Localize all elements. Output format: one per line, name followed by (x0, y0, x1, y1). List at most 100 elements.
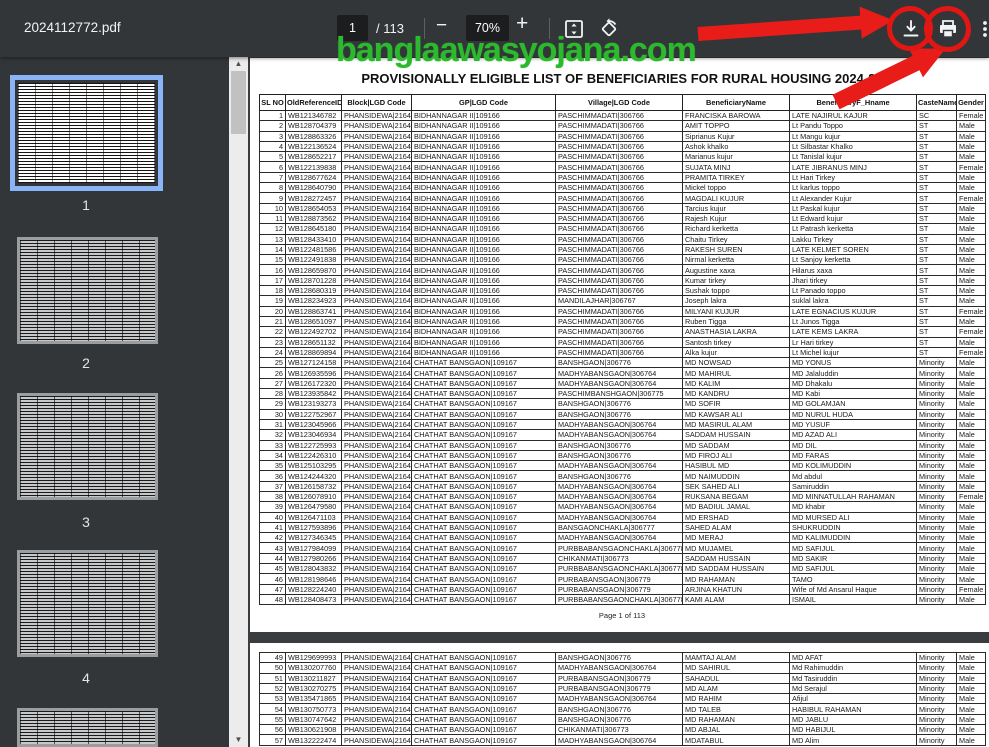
cell-old-reference-id: WB123935842 (285, 388, 342, 400)
cell-caste-name: Minority (916, 408, 957, 420)
cell-gender: Male (956, 243, 986, 256)
cell-caste-name: Minority (916, 377, 957, 390)
cell-village-lgd-code: PASCHIMMADATI|306766 (555, 315, 683, 328)
cell-beneficiary-f-hname: Lt Junos Tigga (789, 315, 917, 328)
cell-caste-name: ST (916, 120, 957, 132)
cell-gp-lgd-code: BIDHANNAGAR II|109166 (411, 264, 556, 276)
cell-beneficiary-f-hname: Hilarus xaxa (789, 264, 917, 276)
cell-old-reference-id: WB122725993 (285, 439, 342, 451)
cell-beneficiary-name: AMIT TOPPO (682, 120, 790, 132)
cell-beneficiary-name: MD RAHAMAN (682, 573, 790, 585)
page-thumbnail-2[interactable] (17, 237, 158, 344)
column-header-block-lgd-code: Block|LGD Code (341, 94, 412, 111)
table-row: 2 WB128704379 PHANSIDEWA|2164 BIDHANNAGAR I… (259, 120, 986, 132)
cell-village-lgd-code: BANSHGAON|306776 (555, 398, 683, 410)
cell-gender: Male (956, 501, 986, 513)
table-row: 27 WB126172320 PHANSIDEWA|2164 CHATHAT BANS… (259, 377, 986, 390)
cell-caste-name: ST (916, 161, 957, 173)
cell-caste-name: Minority (916, 418, 957, 431)
cell-old-reference-id: WB128433410 (285, 233, 342, 245)
cell-sl-no: 34 (259, 449, 286, 462)
table-row: 54 WB130750773 PHANSIDEWA|2164 CHATHAT BANS… (259, 703, 986, 715)
cell-beneficiary-name: Santosh tirkey (682, 336, 790, 348)
cell-gp-lgd-code: CHATHAT BANSGAON|109167 (411, 583, 556, 595)
cell-sl-no: 23 (259, 336, 286, 348)
cell-block-lgd-code: PHANSIDEWA|2164 (341, 336, 412, 348)
cell-caste-name: Minority (916, 439, 957, 451)
cell-block-lgd-code: PHANSIDEWA|2164 (341, 573, 412, 585)
cell-gp-lgd-code: CHATHAT BANSGAON|109167 (411, 408, 556, 420)
cell-beneficiary-f-hname: MD Kabi (789, 388, 917, 400)
table-row: 10 WB128654053 PHANSIDEWA|2164 BIDHANNAGAR … (259, 202, 986, 214)
cell-beneficiary-f-hname: MD AFAT (789, 651, 917, 664)
page-thumbnail-4[interactable] (17, 550, 158, 657)
cell-sl-no: 57 (259, 734, 286, 746)
cell-gp-lgd-code: CHATHAT BANSGAON|109167 (411, 713, 556, 726)
cell-caste-name: Minority (916, 713, 957, 726)
cell-gender: Female (956, 109, 986, 122)
scrollbar-thumb[interactable] (231, 71, 246, 134)
cell-beneficiary-name: MD SOFIR (682, 398, 790, 410)
cell-sl-no: 37 (259, 480, 286, 492)
cell-beneficiary-f-hname: MD Alim (789, 734, 917, 746)
cell-caste-name: Minority (916, 367, 957, 379)
cell-sl-no: 36 (259, 470, 286, 482)
cell-block-lgd-code: PHANSIDEWA|2164 (341, 682, 412, 695)
cell-block-lgd-code: PHANSIDEWA|2164 (341, 490, 412, 503)
cell-gp-lgd-code: CHATHAT BANSGAON|109167 (411, 573, 556, 585)
cell-gp-lgd-code: BIDHANNAGAR II|109166 (411, 212, 556, 225)
cell-caste-name: Minority (916, 573, 957, 585)
table-row: 13 WB128433410 PHANSIDEWA|2164 BIDHANNAGAR … (259, 233, 986, 245)
cell-beneficiary-f-hname: Lakku Tirkey (789, 233, 917, 245)
cell-beneficiary-name: SEK SAHED ALI (682, 480, 790, 492)
cell-village-lgd-code: BANSHGAON|306776 (555, 470, 683, 482)
cell-old-reference-id: WB122481586 (285, 243, 342, 256)
cell-gp-lgd-code: BIDHANNAGAR II|109166 (411, 161, 556, 173)
cell-village-lgd-code: PASCHIMMADATI|306766 (555, 243, 683, 256)
cell-beneficiary-f-hname: MD YONUS (789, 357, 917, 369)
page-thumbnail-5[interactable] (17, 708, 158, 747)
cell-beneficiary-name: Kumar tirkey (682, 274, 790, 287)
cell-village-lgd-code: PASCHIMMADATI|306766 (555, 212, 683, 225)
sidebar-scrollbar[interactable]: ▲ ▼ (229, 57, 248, 747)
cell-caste-name: ST (916, 254, 957, 266)
more-options-button[interactable] (973, 17, 989, 41)
cell-village-lgd-code: BANSHGAON|306776 (555, 357, 683, 369)
cell-beneficiary-f-hname: Lt Edward kujur (789, 212, 917, 225)
cell-gp-lgd-code: CHATHAT BANSGAON|109167 (411, 357, 556, 369)
table-row: 26 WB126935596 PHANSIDEWA|2164 CHATHAT BANS… (259, 367, 986, 379)
cell-block-lgd-code: PHANSIDEWA|2164 (341, 171, 412, 184)
table-row: 17 WB128701228 PHANSIDEWA|2164 BIDHANNAGAR … (259, 274, 986, 287)
cell-sl-no: 41 (259, 521, 286, 534)
cell-gp-lgd-code: CHATHAT BANSGAON|109167 (411, 501, 556, 513)
cell-beneficiary-f-hname: Lt Tanislal kujur (789, 151, 917, 163)
cell-caste-name: ST (916, 305, 957, 317)
cell-gender: Female (956, 326, 986, 338)
scroll-up-icon[interactable]: ▲ (229, 58, 248, 70)
table-row: 34 WB122426310 PHANSIDEWA|2164 CHATHAT BANS… (259, 449, 986, 462)
cell-gender: Male (956, 357, 986, 369)
table-row: 56 WB130621908 PHANSIDEWA|2164 CHATHAT BANS… (259, 724, 986, 736)
cell-gp-lgd-code: CHATHAT BANSGAON|109167 (411, 693, 556, 705)
cell-gender: Male (956, 563, 986, 575)
cell-block-lgd-code: PHANSIDEWA|2164 (341, 449, 412, 462)
cell-beneficiary-name: MD MERAJ (682, 532, 790, 544)
cell-sl-no: 3 (259, 130, 286, 142)
cell-gender: Male (956, 274, 986, 287)
cell-old-reference-id: WB124244320 (285, 470, 342, 482)
table-row: 51 WB130211827 PHANSIDEWA|2164 CHATHAT BANS… (259, 672, 986, 684)
cell-beneficiary-f-hname: MD GOLAMJAN (789, 398, 917, 410)
cell-block-lgd-code: PHANSIDEWA|2164 (341, 480, 412, 492)
scroll-down-icon[interactable]: ▼ (229, 734, 248, 746)
cell-gender: Male (956, 693, 986, 705)
cell-caste-name: Minority (916, 552, 957, 565)
page-thumbnail-3[interactable] (17, 393, 158, 500)
page-thumbnail-1[interactable] (10, 75, 163, 191)
cell-sl-no: 47 (259, 583, 286, 595)
cell-caste-name: Minority (916, 470, 957, 482)
beneficiary-table-page1: SL NO OldReferenceID Block|LGD Code GP|LGD … (259, 94, 986, 606)
column-header-gp-lgd-code: GP|LGD Code (411, 94, 556, 111)
cell-village-lgd-code: MADHYABANSGAON|306764 (555, 532, 683, 544)
table-row: 44 WB127980266 PHANSIDEWA|2164 CHATHAT BANS… (259, 552, 986, 565)
cell-gender: Male (956, 662, 986, 674)
